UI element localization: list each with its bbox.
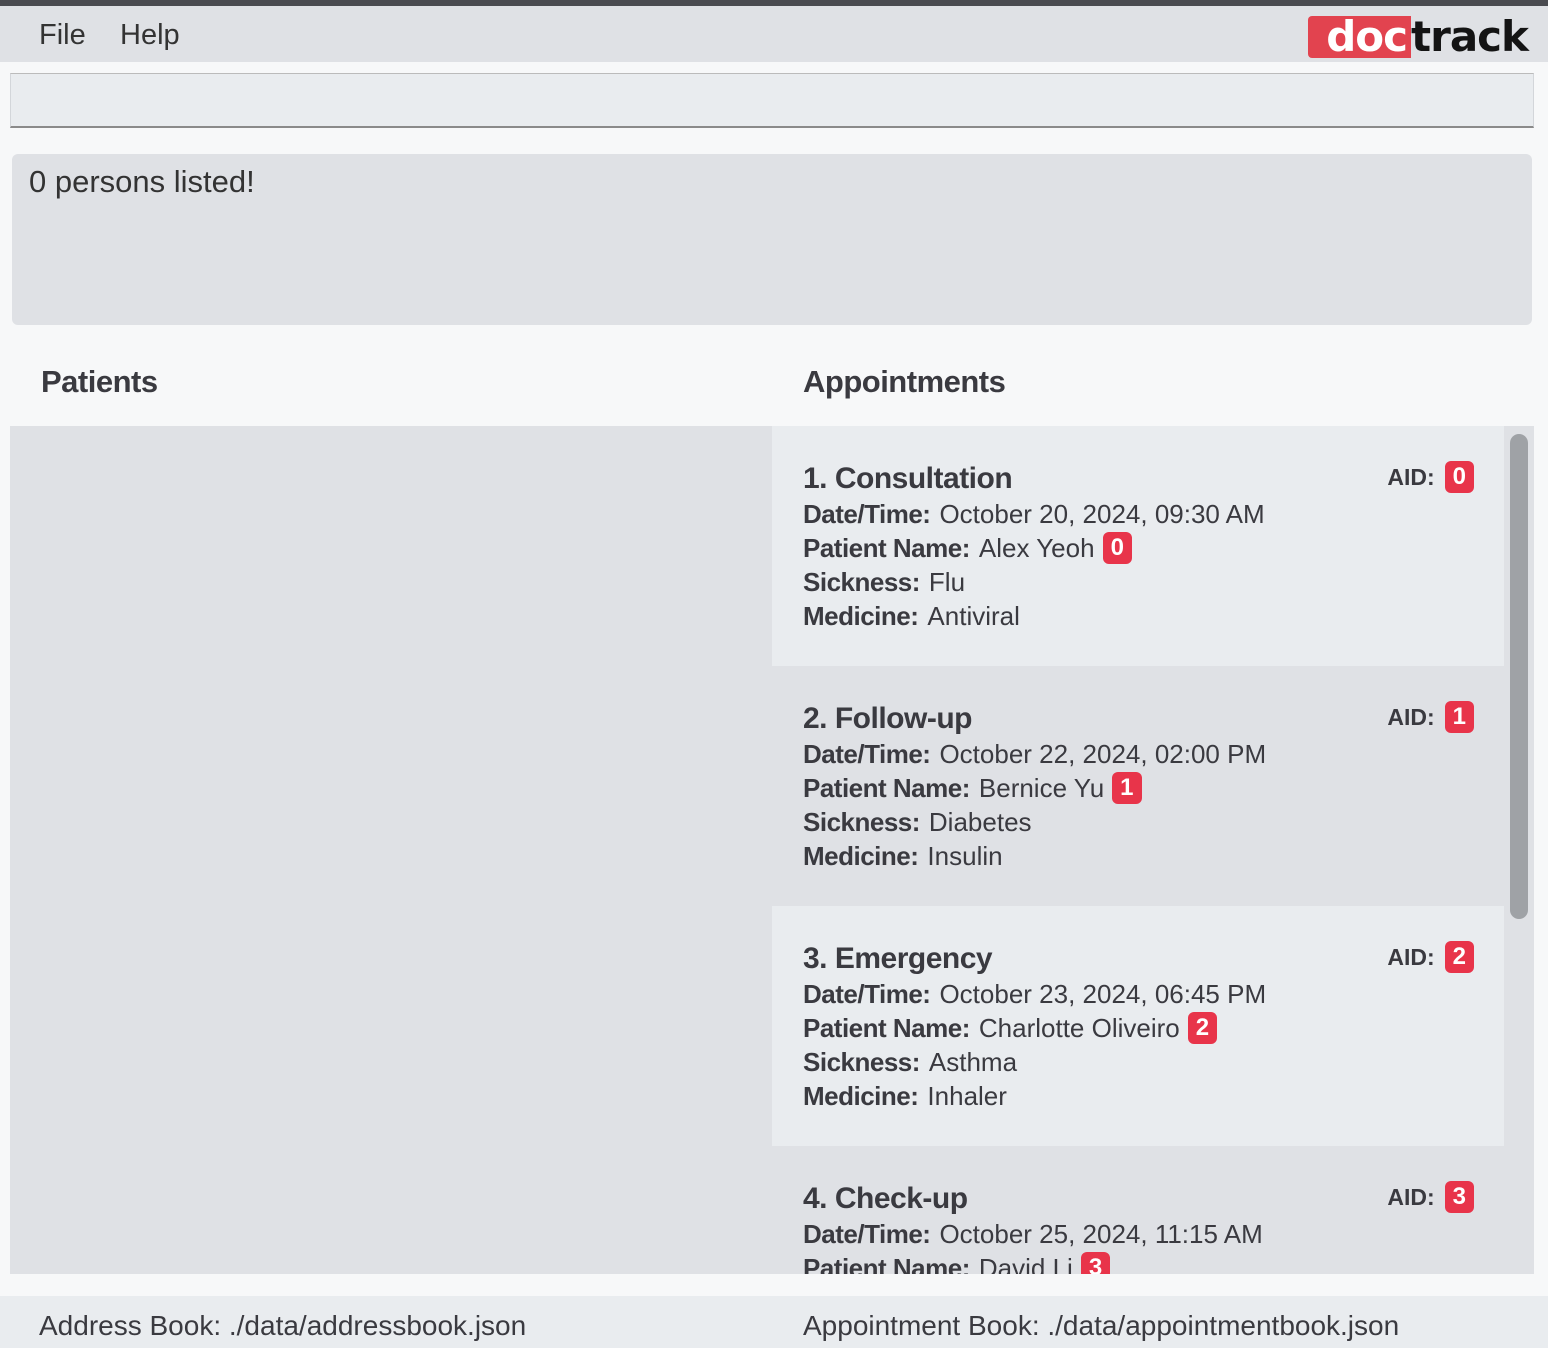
appointment-datetime: Date/Time: October 20, 2024, 09:30 AM [803, 499, 1265, 530]
patient-name-value: Charlotte Oliveiro [978, 1013, 1180, 1043]
command-box [10, 73, 1534, 128]
aid-label: AID: [1387, 463, 1435, 490]
patient-name-value: Bernice Yu [978, 773, 1105, 803]
aid-badge: 0 [1444, 461, 1474, 493]
sickness-label: Sickness: [803, 567, 920, 597]
patient-id-badge: 3 [1080, 1252, 1111, 1274]
menu-bar: File Help doc track [0, 6, 1548, 62]
result-text: 0 persons listed! [29, 164, 255, 199]
appointment-id: AID: 1 [1387, 701, 1474, 733]
medicine-value: Insulin [927, 841, 1003, 871]
appointment-datetime: Date/Time: October 23, 2024, 06:45 PM [803, 979, 1266, 1010]
appointment-card[interactable]: 1. Consultation AID: 0 Date/Time: October… [772, 426, 1504, 666]
aid-label: AID: [1387, 1183, 1435, 1210]
appointment-patient: Patient Name: Bernice Yu 1 [803, 772, 1142, 806]
datetime-label: Date/Time: [803, 739, 931, 769]
datetime-value: October 25, 2024, 11:15 AM [939, 1219, 1263, 1249]
address-book-path: Address Book: ./data/addressbook.json [39, 1310, 527, 1341]
appointment-scrollbar-thumb[interactable] [1510, 434, 1528, 919]
logo-part-track: track [1411, 12, 1529, 61]
sickness-value: Diabetes [928, 807, 1032, 837]
appointment-book-path: Appointment Book: ./data/appointmentbook… [803, 1310, 1400, 1341]
appointment-medicine: Medicine: Inhaler [803, 1081, 1007, 1112]
appointment-sickness: Sickness: Diabetes [803, 807, 1032, 838]
datetime-label: Date/Time: [803, 1219, 931, 1249]
appointment-title: 1. Consultation [803, 462, 1013, 495]
patient-name-value: Alex Yeoh [978, 533, 1095, 563]
datetime-value: October 22, 2024, 02:00 PM [939, 739, 1267, 769]
patient-list[interactable] [10, 426, 772, 1274]
command-input[interactable] [11, 74, 1533, 126]
appointment-title: 3. Emergency [803, 942, 993, 975]
patients-title: Patients [41, 364, 158, 399]
menu-file[interactable]: File [39, 6, 86, 62]
appointment-list[interactable]: 1. Consultation AID: 0 Date/Time: October… [772, 426, 1534, 1274]
patient-id-badge: 0 [1102, 532, 1132, 565]
appointment-patient: Patient Name: David Li 3 [803, 1252, 1111, 1274]
appointment-title: 2. Follow-up [803, 702, 972, 735]
aid-badge: 3 [1444, 1181, 1474, 1213]
appointment-card[interactable]: 3. Emergency AID: 2 Date/Time: October 23… [772, 906, 1504, 1146]
appointments-title: Appointments [803, 364, 1006, 399]
appointment-sickness: Sickness: Flu [803, 567, 965, 598]
doctrack-logo: doc track [1308, 12, 1529, 61]
datetime-value: October 23, 2024, 06:45 PM [939, 979, 1267, 1009]
appointment-title: 4. Check-up [803, 1182, 968, 1215]
appointment-id: AID: 0 [1387, 461, 1474, 493]
patient-id-badge: 2 [1187, 1012, 1218, 1045]
datetime-value: October 20, 2024, 09:30 AM [939, 499, 1265, 529]
aid-label: AID: [1387, 703, 1435, 730]
patient-name-label: Patient Name: [803, 533, 970, 563]
sickness-value: Asthma [928, 1047, 1018, 1077]
aid-badge: 2 [1444, 941, 1474, 973]
appointment-patient: Patient Name: Charlotte Oliveiro 2 [803, 1012, 1218, 1046]
patient-name-label: Patient Name: [803, 1253, 970, 1274]
medicine-label: Medicine: [803, 1081, 919, 1111]
medicine-value: Inhaler [927, 1081, 1007, 1111]
appointment-id: AID: 3 [1387, 1181, 1474, 1213]
patient-id-badge: 1 [1112, 772, 1142, 805]
datetime-label: Date/Time: [803, 979, 931, 1009]
patient-name-value: David Li [978, 1253, 1073, 1274]
medicine-label: Medicine: [803, 841, 919, 871]
appointment-medicine: Medicine: Antiviral [803, 601, 1020, 632]
status-bar: Address Book: ./data/addressbook.json Ap… [0, 1296, 1548, 1348]
appointment-card[interactable]: 4. Check-up AID: 3 Date/Time: October 25,… [772, 1146, 1504, 1274]
sickness-label: Sickness: [803, 1047, 920, 1077]
patient-name-label: Patient Name: [803, 773, 970, 803]
medicine-value: Antiviral [927, 601, 1020, 631]
appointment-datetime: Date/Time: October 25, 2024, 11:15 AM [803, 1219, 1263, 1250]
medicine-label: Medicine: [803, 601, 919, 631]
logo-part-doc: doc [1308, 16, 1412, 58]
patient-name-label: Patient Name: [803, 1013, 970, 1043]
sickness-label: Sickness: [803, 807, 920, 837]
menu-help[interactable]: Help [120, 6, 180, 62]
appointment-patient: Patient Name: Alex Yeoh 0 [803, 532, 1132, 566]
aid-label: AID: [1387, 943, 1435, 970]
appointment-medicine: Medicine: Insulin [803, 841, 1003, 872]
appointment-sickness: Sickness: Asthma [803, 1047, 1017, 1078]
appointment-datetime: Date/Time: October 22, 2024, 02:00 PM [803, 739, 1266, 770]
datetime-label: Date/Time: [803, 499, 931, 529]
aid-badge: 1 [1444, 701, 1474, 733]
sickness-value: Flu [928, 567, 966, 597]
appointment-id: AID: 2 [1387, 941, 1474, 973]
appointment-card[interactable]: 2. Follow-up AID: 1 Date/Time: October 22… [772, 666, 1504, 906]
result-display: 0 persons listed! [12, 154, 1532, 325]
